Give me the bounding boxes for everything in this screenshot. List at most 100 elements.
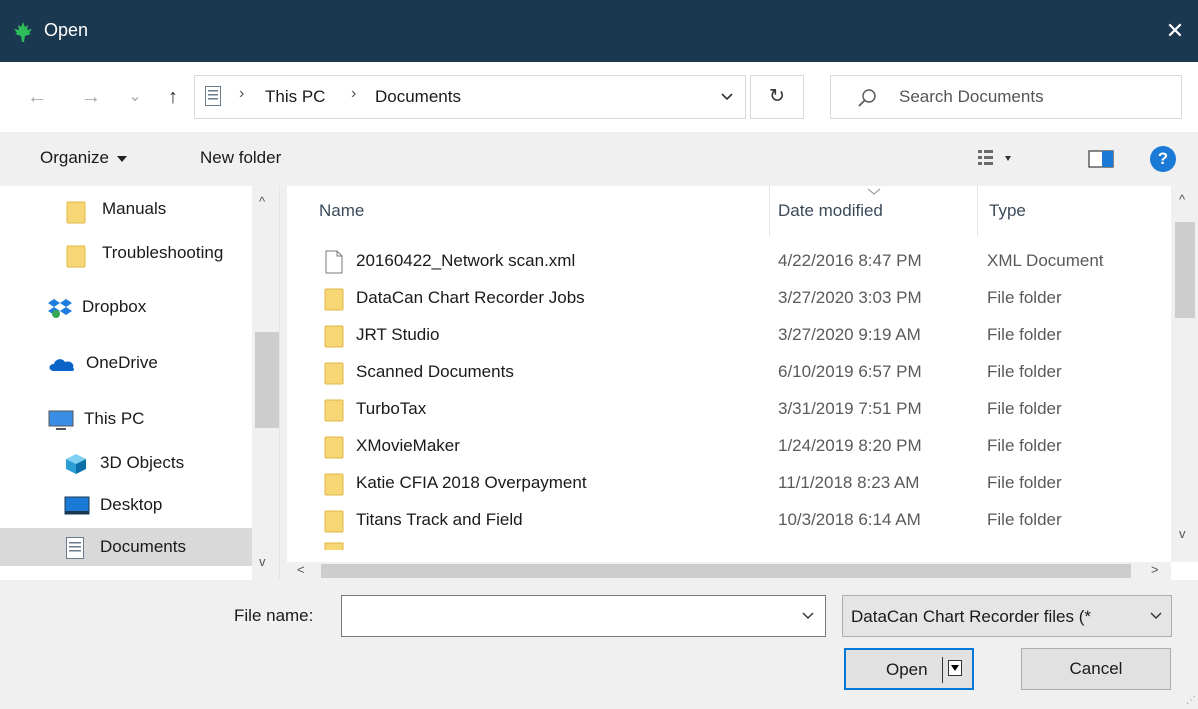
new-folder-button[interactable]: New folder [200,148,281,168]
forward-button[interactable]: → [78,84,104,110]
horizontal-scrollbar-thumb[interactable] [321,564,1131,578]
search-input[interactable] [899,85,1169,109]
breadcrumb-this-pc[interactable]: This PC [265,87,325,107]
file-type: File folder [987,288,1062,307]
file-date: 3/27/2020 3:03 PM [778,288,922,307]
file-type: XML Document [987,251,1104,270]
sidebar-item-label: Desktop [100,495,163,514]
scroll-right-icon[interactable]: > [1151,562,1159,577]
file-list-horizontal-scrollbar[interactable]: < > [287,562,1171,580]
folder-icon [324,436,344,459]
file-name-input[interactable] [348,605,788,627]
file-name-combobox[interactable] [341,595,826,637]
file-date: 4/22/2016 8:47 PM [778,251,922,270]
organize-button[interactable]: Organize [40,148,127,168]
file-type-filter[interactable]: DataCan Chart Recorder files (* [842,595,1172,637]
folder-icon [324,362,344,385]
file-name: Titans Track and Field [356,510,523,529]
scroll-up-icon[interactable]: ^ [259,194,265,209]
file-type: File folder [987,325,1062,344]
sidebar-item-manuals[interactable]: Manuals [0,190,252,228]
navigation-pane: Manuals Troubleshooting Dropbox OneDrive… [0,186,280,580]
column-header-date-modified[interactable]: Date modified [778,201,883,221]
folder-icon [324,542,344,550]
sidebar-item-label: 3D Objects [100,453,185,472]
close-button[interactable]: ✕ [1152,0,1198,62]
table-row[interactable]: Titans Track and Field 10/3/2018 6:14 AM… [287,502,1171,539]
sidebar-scrollbar[interactable]: ^ v [252,186,279,580]
column-divider[interactable] [769,186,770,236]
column-divider[interactable] [977,186,978,236]
file-type: File folder [987,473,1062,492]
vertical-scrollbar-thumb[interactable] [1175,222,1195,318]
back-button[interactable]: ← [24,84,50,110]
breadcrumb-documents[interactable]: Documents [375,87,461,107]
cancel-button[interactable]: Cancel [1021,648,1171,690]
sidebar-item-label: Dropbox [82,297,147,316]
desktop-icon [64,496,90,515]
file-date: 11/1/2018 8:23 AM [778,473,920,492]
table-row[interactable]: Katie CFIA 2018 Overpayment 11/1/2018 8:… [287,465,1171,502]
column-header-type[interactable]: Type [989,201,1026,221]
file-name: DataCan Chart Recorder Jobs [356,288,585,307]
file-type-filter-value: DataCan Chart Recorder files (* [851,607,1091,626]
file-list-vertical-scrollbar[interactable]: ^ v [1171,186,1198,562]
file-name: XMovieMaker [356,436,460,455]
sidebar-item-label: Troubleshooting [102,243,224,262]
file-date: 10/3/2018 6:14 AM [778,510,921,529]
view-options-icon[interactable] [978,148,1058,172]
file-list: Name Date modified Type 20160422_Network… [287,186,1198,580]
folder-icon [66,201,86,224]
open-button[interactable]: Open [844,648,974,690]
table-row[interactable]: XMovieMaker 1/24/2019 8:20 PM File folde… [287,428,1171,465]
split-divider [942,657,943,683]
table-row[interactable]: 20160422_Network scan.xml 4/22/2016 8:47… [287,243,1171,280]
sidebar-item-desktop[interactable]: Desktop [0,486,252,524]
recent-locations-button[interactable]: ⌄ [122,84,148,110]
sidebar-item-dropbox[interactable]: Dropbox [0,288,252,326]
address-bar[interactable]: › This PC › Documents [194,75,746,119]
maple-leaf-icon [14,22,32,42]
folder-icon [324,325,344,348]
up-button[interactable]: ↑ [160,84,186,110]
computer-icon [48,410,74,430]
refresh-button[interactable]: ↻ [750,75,804,119]
resize-grip-icon[interactable]: ⋰ [1186,695,1196,706]
window-title: Open [44,20,89,40]
organize-label: Organize [40,148,109,167]
chevron-down-icon[interactable] [801,609,815,623]
caret-down-icon [116,155,127,162]
breadcrumb-separator: › [239,85,245,102]
file-name: TurboTax [356,399,427,418]
column-header-name[interactable]: Name [319,201,364,221]
sidebar-item-onedrive[interactable]: OneDrive [0,344,252,382]
scroll-up-icon[interactable]: ^ [1179,192,1185,207]
chevron-down-icon[interactable] [719,88,735,104]
folder-icon [66,245,86,268]
sidebar-item-this-pc[interactable]: This PC [0,400,252,438]
preview-pane-icon[interactable] [1088,148,1114,170]
open-options-dropdown-icon[interactable] [948,660,962,676]
table-row[interactable]: JRT Studio 3/27/2020 9:19 AM File folder [287,317,1171,354]
sidebar-item-troubleshooting[interactable]: Troubleshooting [0,234,252,272]
sidebar-item-3d-objects[interactable]: 3D Objects [0,444,252,482]
title-bar: Open ✕ [0,0,1198,62]
documents-icon [66,537,84,559]
scroll-left-icon[interactable]: < [297,562,305,577]
table-row[interactable]: DataCan Chart Recorder Jobs 3/27/2020 3:… [287,280,1171,317]
scroll-down-icon[interactable]: v [259,554,266,569]
table-row[interactable]: Scanned Documents 6/10/2019 6:57 PM File… [287,354,1171,391]
folder-icon [324,399,344,422]
sidebar-scrollbar-thumb[interactable] [255,332,279,428]
file-date: 3/27/2020 9:19 AM [778,325,921,344]
table-row[interactable]: TurboTax 3/31/2019 7:51 PM File folder [287,391,1171,428]
scroll-down-icon[interactable]: v [1179,526,1186,541]
file-name: 20160422_Network scan.xml [356,251,576,270]
help-button[interactable]: ? [1150,146,1176,172]
file-date: 1/24/2019 8:20 PM [778,436,922,455]
search-box[interactable] [830,75,1182,119]
sidebar-item-documents[interactable]: Documents [0,528,252,566]
folder-icon [324,473,344,496]
file-name: JRT Studio [356,325,440,344]
dialog-footer: File name: DataCan Chart Recorder files … [0,580,1198,709]
